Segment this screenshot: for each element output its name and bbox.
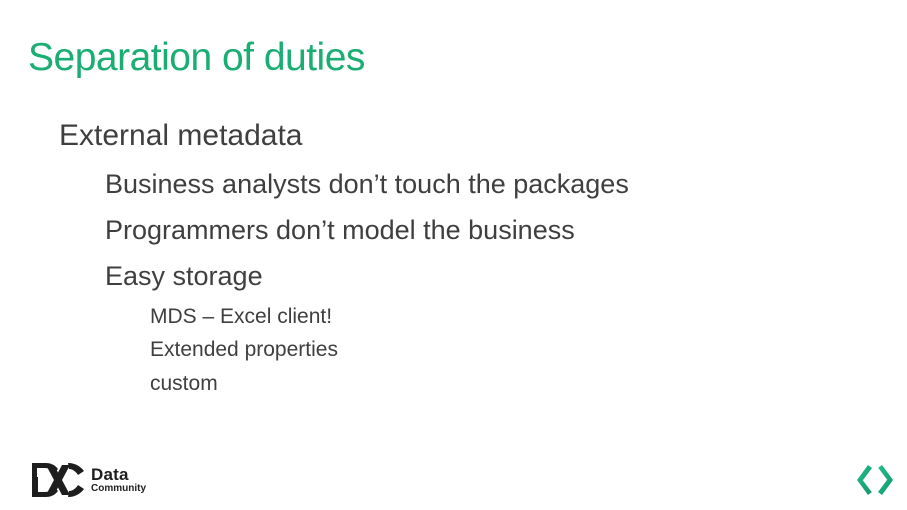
data-community-logo: Data Community bbox=[32, 463, 146, 497]
bullet-level-1: External metadata bbox=[59, 119, 303, 152]
dc-logo-icon bbox=[32, 463, 84, 497]
bullet-level-2: Business analysts don’t touch the packag… bbox=[105, 169, 629, 199]
bullet-level-2: Easy storage bbox=[105, 261, 263, 291]
logo-text-data: Data bbox=[91, 465, 129, 484]
bullet-level-2: Programmers don’t model the business bbox=[105, 215, 575, 245]
code-brackets-icon bbox=[857, 465, 893, 495]
bullet-level-3: MDS – Excel client! bbox=[150, 305, 333, 328]
slide-title: Separation of duties bbox=[28, 36, 365, 79]
bullet-level-3: Extended properties bbox=[150, 338, 338, 361]
bullet-level-3: custom bbox=[150, 372, 218, 395]
logo-text: Data Community bbox=[91, 466, 146, 494]
logo-text-community: Community bbox=[91, 483, 146, 494]
